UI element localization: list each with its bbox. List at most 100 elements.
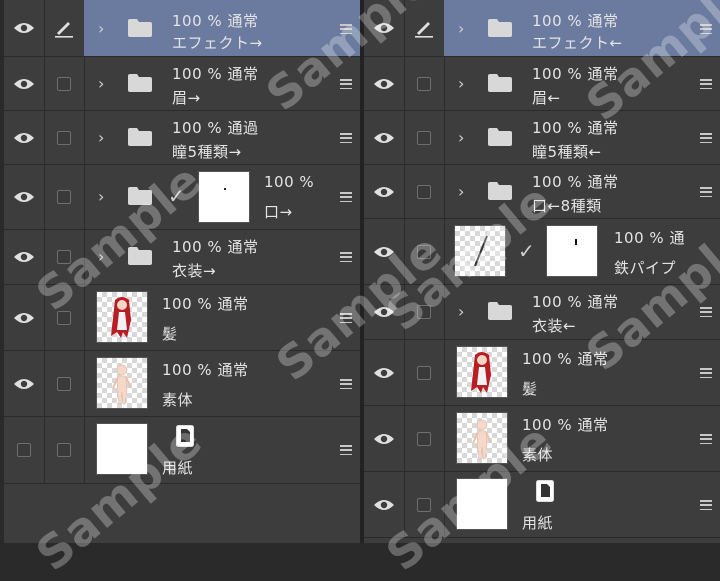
layer-row[interactable]: › 100 % 通常 エフェクト← (364, 0, 720, 57)
edit-target-toggle[interactable] (404, 0, 445, 56)
edit-target-toggle[interactable] (44, 351, 85, 416)
expand-chevron-icon[interactable]: › (458, 19, 464, 38)
expand-chevron-icon[interactable]: › (458, 74, 464, 93)
edit-target-toggle[interactable] (44, 0, 85, 56)
drag-handle-icon[interactable] (340, 79, 352, 89)
mask-thumbnail[interactable] (546, 225, 598, 277)
edit-target-toggle[interactable] (404, 472, 445, 537)
checkbox[interactable] (417, 305, 431, 319)
visibility-toggle[interactable] (4, 285, 45, 350)
visibility-toggle[interactable] (364, 285, 405, 339)
layer-row[interactable]: › 100 % 通常 眉→ (4, 57, 360, 111)
edit-target-toggle[interactable] (44, 230, 85, 284)
drag-handle-icon[interactable] (340, 379, 352, 389)
edit-target-toggle[interactable] (44, 417, 85, 483)
drag-handle-icon[interactable] (340, 133, 352, 143)
layer-row[interactable]: 100 % 通常 髪 (4, 285, 360, 351)
visibility-toggle[interactable] (4, 165, 45, 229)
checkbox[interactable] (57, 443, 71, 457)
edit-target-toggle[interactable] (44, 165, 85, 229)
layer-row[interactable]: 100 % 通常 素体 (364, 406, 720, 472)
visibility-toggle[interactable] (364, 0, 405, 56)
visibility-toggle[interactable] (4, 417, 45, 483)
checkbox[interactable] (57, 76, 71, 91)
layer-thumbnail[interactable] (96, 291, 148, 343)
mask-thumbnail[interactable] (198, 171, 250, 223)
layer-row[interactable]: › 100 % 通常 眉← (364, 57, 720, 111)
drag-handle-icon[interactable] (700, 368, 712, 378)
paper-thumbnail[interactable] (456, 478, 508, 530)
edit-target-toggle[interactable] (404, 219, 445, 284)
layer-thumbnail[interactable] (456, 346, 508, 398)
drag-handle-icon[interactable] (700, 434, 712, 444)
visibility-toggle[interactable] (364, 165, 405, 218)
expand-chevron-icon[interactable]: › (98, 128, 104, 147)
mask-link-check-icon[interactable]: ✓ (168, 184, 185, 208)
layer-row[interactable]: › 100 % 通常 瞳5種類← (364, 111, 720, 165)
drag-handle-icon[interactable] (700, 24, 712, 34)
layer-row[interactable]: 用紙 (4, 417, 360, 484)
expand-chevron-icon[interactable]: › (98, 74, 104, 93)
layer-thumbnail[interactable] (454, 225, 506, 277)
checkbox[interactable] (17, 443, 31, 457)
layer-row[interactable]: › ✓ 100 % 口→ (4, 165, 360, 230)
checkbox[interactable] (57, 130, 71, 145)
visibility-toggle[interactable] (364, 340, 405, 405)
checkbox[interactable] (417, 76, 431, 91)
checkbox[interactable] (417, 184, 431, 199)
checkbox[interactable] (417, 365, 431, 380)
paper-thumbnail[interactable] (96, 423, 148, 475)
layer-row[interactable]: › 100 % 通常 衣装→ (4, 230, 360, 285)
edit-target-toggle[interactable] (404, 285, 445, 339)
checkbox[interactable] (417, 431, 431, 446)
checkbox[interactable] (57, 310, 71, 325)
visibility-toggle[interactable] (364, 472, 405, 537)
layer-thumbnail[interactable] (456, 412, 508, 464)
drag-handle-icon[interactable] (340, 24, 352, 34)
checkbox[interactable] (417, 244, 431, 259)
visibility-toggle[interactable] (4, 111, 45, 164)
checkbox[interactable] (417, 130, 431, 145)
layer-row[interactable]: 100 % 通常 素体 (4, 351, 360, 417)
drag-handle-icon[interactable] (340, 445, 352, 455)
drag-handle-icon[interactable] (340, 252, 352, 262)
checkbox[interactable] (57, 190, 71, 204)
expand-chevron-icon[interactable]: › (458, 128, 464, 147)
edit-target-toggle[interactable] (44, 111, 85, 164)
edit-target-toggle[interactable] (44, 57, 85, 110)
visibility-toggle[interactable] (4, 230, 45, 284)
drag-handle-icon[interactable] (340, 192, 352, 202)
layer-row[interactable]: › 100 % 通過 瞳5種類→ (4, 111, 360, 165)
mask-link-check-icon[interactable]: ✓ (518, 239, 535, 263)
drag-handle-icon[interactable] (700, 307, 712, 317)
edit-target-toggle[interactable] (44, 285, 85, 350)
checkbox[interactable] (57, 250, 71, 264)
layer-row[interactable]: 用紙 (364, 472, 720, 538)
visibility-toggle[interactable] (4, 57, 45, 110)
visibility-toggle[interactable] (364, 406, 405, 471)
expand-chevron-icon[interactable]: › (458, 182, 464, 201)
checkbox[interactable] (417, 497, 431, 512)
edit-target-toggle[interactable] (404, 406, 445, 471)
layer-row[interactable]: › 100 % 通常 衣装← (364, 285, 720, 340)
drag-handle-icon[interactable] (700, 133, 712, 143)
expand-chevron-icon[interactable]: › (98, 19, 104, 38)
visibility-toggle[interactable] (364, 111, 405, 164)
edit-target-toggle[interactable] (404, 165, 445, 218)
edit-target-toggle[interactable] (404, 111, 445, 164)
visibility-toggle[interactable] (4, 0, 45, 56)
edit-target-toggle[interactable] (404, 340, 445, 405)
layer-row[interactable]: › 100 % 通常 エフェクト→ (4, 0, 360, 57)
checkbox[interactable] (57, 376, 71, 391)
layer-row[interactable]: 100 % 通常 髪 (364, 340, 720, 406)
edit-target-toggle[interactable] (404, 57, 445, 110)
visibility-toggle[interactable] (364, 219, 405, 284)
drag-handle-icon[interactable] (700, 187, 712, 197)
expand-chevron-icon[interactable]: › (98, 247, 104, 266)
expand-chevron-icon[interactable]: › (98, 187, 104, 206)
drag-handle-icon[interactable] (700, 79, 712, 89)
visibility-toggle[interactable] (4, 351, 45, 416)
expand-chevron-icon[interactable]: › (458, 302, 464, 321)
layer-thumbnail[interactable] (96, 357, 148, 409)
layer-row[interactable]: › 100 % 通常 口←8種類 (364, 165, 720, 219)
